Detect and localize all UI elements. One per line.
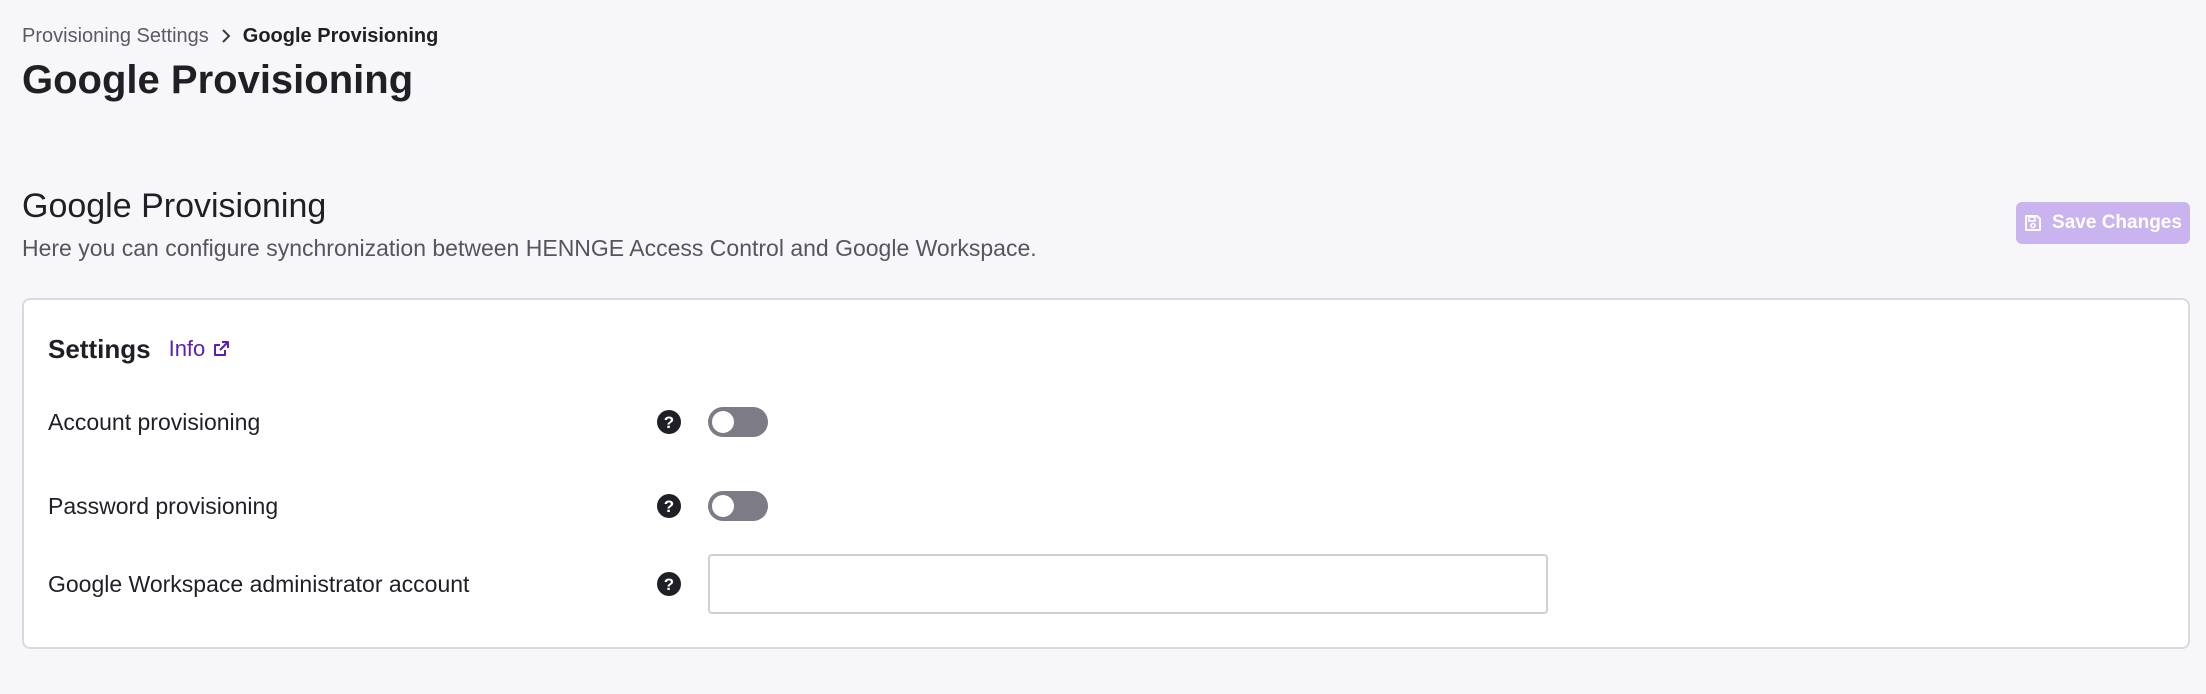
section-title: Google Provisioning bbox=[22, 187, 327, 225]
toggle-knob bbox=[712, 495, 734, 517]
chevron-right-icon bbox=[221, 28, 231, 44]
svg-text:?: ? bbox=[664, 497, 674, 516]
floppy-disk-icon bbox=[2024, 214, 2042, 232]
question-circle-icon[interactable]: ? bbox=[656, 571, 682, 597]
info-link[interactable]: Info bbox=[169, 336, 232, 362]
svg-text:?: ? bbox=[664, 413, 674, 432]
save-changes-label: Save Changes bbox=[2052, 212, 2182, 233]
page-title: Google Provisioning bbox=[22, 58, 414, 102]
breadcrumb: Provisioning Settings Google Provisionin… bbox=[22, 22, 438, 50]
svg-text:?: ? bbox=[664, 575, 674, 594]
toggle-knob bbox=[712, 411, 734, 433]
external-link-icon bbox=[211, 339, 231, 359]
account-provisioning-label: Account provisioning bbox=[48, 409, 261, 435]
info-link-label: Info bbox=[168, 336, 206, 361]
section-description: Here you can configure synchronization b… bbox=[22, 235, 1037, 261]
admin-account-label: Google Workspace administrator account bbox=[48, 571, 470, 597]
question-circle-icon[interactable]: ? bbox=[656, 493, 682, 519]
password-provisioning-toggle[interactable] bbox=[708, 491, 768, 521]
setting-row-admin-account: Google Workspace administrator account ? bbox=[48, 554, 1548, 614]
setting-row-password-provisioning: Password provisioning ? bbox=[48, 484, 768, 528]
account-provisioning-toggle[interactable] bbox=[708, 407, 768, 437]
password-provisioning-label: Password provisioning bbox=[48, 493, 279, 519]
settings-card: Settings Info Account provisioning ? Pas… bbox=[22, 298, 2190, 649]
breadcrumb-link-provisioning-settings[interactable]: Provisioning Settings bbox=[22, 22, 209, 50]
save-changes-button[interactable]: Save Changes bbox=[2016, 202, 2190, 244]
question-circle-icon[interactable]: ? bbox=[656, 409, 682, 435]
breadcrumb-current: Google Provisioning bbox=[242, 25, 439, 47]
settings-title: Settings bbox=[48, 334, 151, 364]
admin-account-input[interactable] bbox=[708, 554, 1548, 614]
setting-row-account-provisioning: Account provisioning ? bbox=[48, 400, 768, 444]
settings-header: Settings Info bbox=[48, 332, 231, 366]
